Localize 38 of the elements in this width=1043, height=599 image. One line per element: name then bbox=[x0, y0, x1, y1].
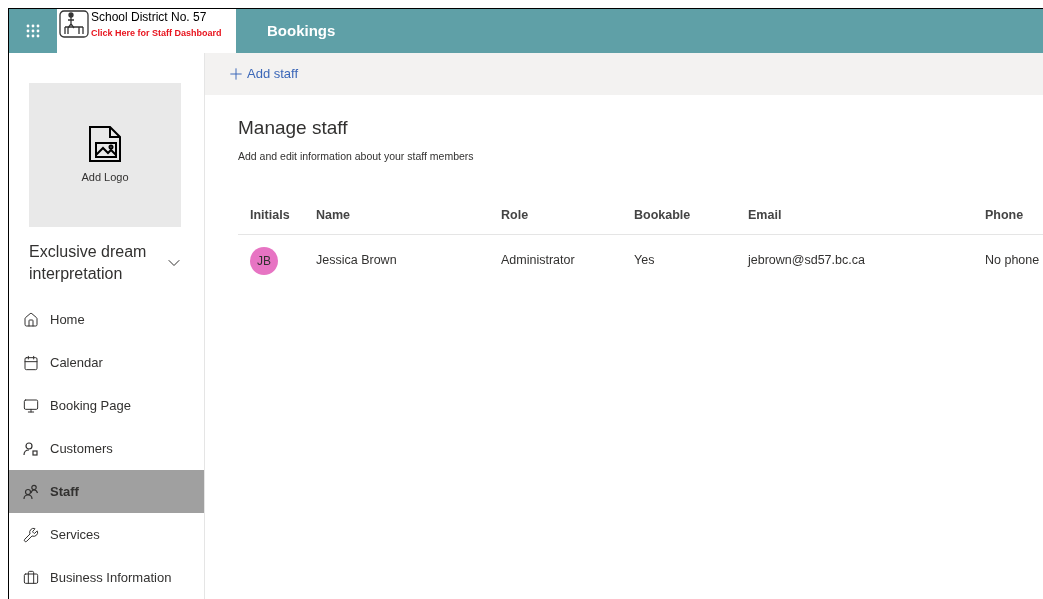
monitor-icon bbox=[23, 397, 39, 414]
sidebar-item[interactable]: Booking Page bbox=[9, 384, 204, 427]
table-cell: Yes bbox=[634, 253, 655, 268]
column-header: Email bbox=[748, 208, 782, 223]
plus-icon bbox=[227, 65, 245, 83]
sidebar-item[interactable]: Home bbox=[9, 298, 204, 341]
table-cell: jebrown@sd57.bc.ca bbox=[748, 253, 865, 268]
column-header: Name bbox=[316, 208, 351, 223]
image-file-icon bbox=[87, 124, 123, 163]
app-title: Bookings bbox=[267, 20, 336, 41]
business-selector[interactable]: Exclusive dream interpretation bbox=[29, 241, 184, 285]
sidebar-item[interactable]: Customers bbox=[9, 427, 204, 470]
add-logo-tile[interactable]: Add Logo bbox=[29, 83, 181, 227]
page-title: Manage staff bbox=[238, 116, 349, 140]
column-header: Initials bbox=[250, 208, 290, 223]
student-desk-icon bbox=[59, 10, 89, 38]
sidebar-item[interactable]: Calendar bbox=[9, 341, 204, 384]
person-icon bbox=[23, 440, 39, 457]
column-header: Bookable bbox=[634, 208, 691, 223]
table-cell: Administrator bbox=[501, 253, 575, 268]
table-cell: Jessica Brown bbox=[316, 253, 397, 268]
org-name: School District No. 57 bbox=[91, 10, 208, 24]
people-icon bbox=[23, 483, 39, 500]
sidebar-item[interactable]: Services bbox=[9, 513, 204, 556]
page-subtitle: Add and edit information about your staff members bbox=[238, 149, 475, 164]
waffle-icon bbox=[26, 24, 40, 38]
column-header: Phone bbox=[985, 208, 1024, 223]
initials-avatar: JB bbox=[250, 246, 278, 275]
calendar-icon bbox=[23, 354, 39, 371]
table-cell: No phone bbox=[985, 253, 1040, 268]
column-header: Role bbox=[501, 208, 529, 223]
sidebar-item[interactable]: Staff bbox=[9, 470, 204, 513]
staff-dashboard-link[interactable]: Click Here for Staff Dashboard bbox=[91, 26, 222, 40]
sidebar-item[interactable]: Business Information bbox=[9, 556, 204, 599]
wrench-icon bbox=[23, 526, 39, 543]
add-staff-button[interactable]: Add staff bbox=[227, 64, 299, 84]
home-icon bbox=[23, 311, 39, 328]
briefcase-icon bbox=[23, 569, 39, 586]
